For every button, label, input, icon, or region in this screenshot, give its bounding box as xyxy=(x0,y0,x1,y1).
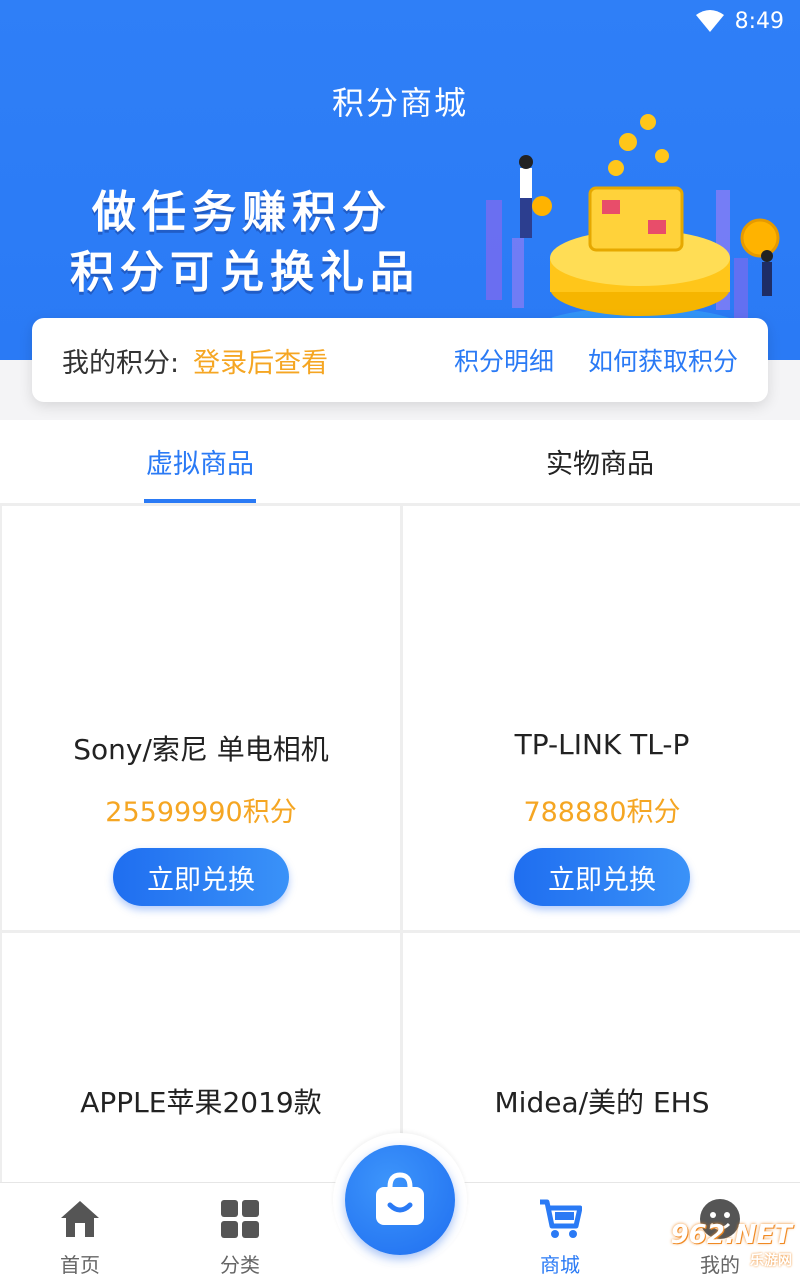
product-name: APPLE苹果2019款 xyxy=(80,1086,322,1119)
watermark-sub: 乐游网 xyxy=(750,1253,792,1269)
wifi-icon xyxy=(695,9,725,33)
redeem-button[interactable]: 立即兑换 xyxy=(514,848,690,906)
product-price: 25599990积分 xyxy=(105,797,297,828)
how-to-earn-points-link[interactable]: 如何获取积分 xyxy=(588,342,738,378)
banner-headline: 做任务赚积分 xyxy=(92,187,392,238)
product-price: 788880积分 xyxy=(523,797,681,828)
nav-category[interactable]: 分类 xyxy=(160,1183,320,1280)
cart-icon xyxy=(538,1197,582,1241)
redeem-button[interactable]: 立即兑换 xyxy=(113,848,289,906)
tab-physical-goods[interactable]: 实物商品 xyxy=(400,420,800,503)
product-type-tabs: 虚拟商品 实物商品 xyxy=(0,420,800,504)
status-time: 8:49 xyxy=(734,8,784,34)
product-card[interactable]: TP-LINK TL-P 788880积分 立即兑换 xyxy=(403,506,800,930)
nav-mall[interactable]: 商城 xyxy=(480,1183,640,1280)
nav-home-label: 首页 xyxy=(60,1253,100,1277)
nav-mall-label: 商城 xyxy=(540,1253,580,1277)
banner-subheadline: 积分可兑换礼品 xyxy=(70,247,420,298)
product-name: Midea/美的 EHS xyxy=(494,1086,710,1119)
product-name: TP-LINK TL-P xyxy=(514,728,690,761)
my-points-card: 我的积分: 登录后查看 积分明细 如何获取积分 xyxy=(32,318,768,402)
site-watermark: 962.NET 乐游网 xyxy=(671,1220,792,1270)
product-grid: Sony/索尼 单电相机 25599990积分 立即兑换 TP-LINK TL-… xyxy=(0,504,800,1189)
product-card[interactable]: Midea/美的 EHS xyxy=(403,933,800,1189)
nav-home[interactable]: 首页 xyxy=(0,1183,160,1280)
status-bar: 8:49 xyxy=(695,6,784,36)
tab-virtual-goods[interactable]: 虚拟商品 xyxy=(0,420,400,503)
product-card[interactable]: Sony/索尼 单电相机 25599990积分 立即兑换 xyxy=(2,506,400,930)
nav-center-slot xyxy=(320,1133,480,1280)
login-to-view-link[interactable]: 登录后查看 xyxy=(193,341,328,380)
watermark-brand: 962.NET xyxy=(670,1220,792,1250)
points-label: 我的积分: xyxy=(62,347,180,379)
header-banner: 8:49 积分商城 做任务赚积分 积分可兑换礼品 xyxy=(0,0,800,360)
product-card[interactable]: APPLE苹果2019款 xyxy=(2,933,400,1189)
grid-icon xyxy=(218,1197,262,1241)
nav-category-label: 分类 xyxy=(220,1253,260,1277)
home-icon xyxy=(58,1197,102,1241)
shopping-bag-icon xyxy=(376,1172,424,1225)
points-detail-link[interactable]: 积分明细 xyxy=(454,342,554,378)
product-name: Sony/索尼 单电相机 xyxy=(73,733,329,766)
shopping-bag-button[interactable] xyxy=(345,1145,455,1255)
